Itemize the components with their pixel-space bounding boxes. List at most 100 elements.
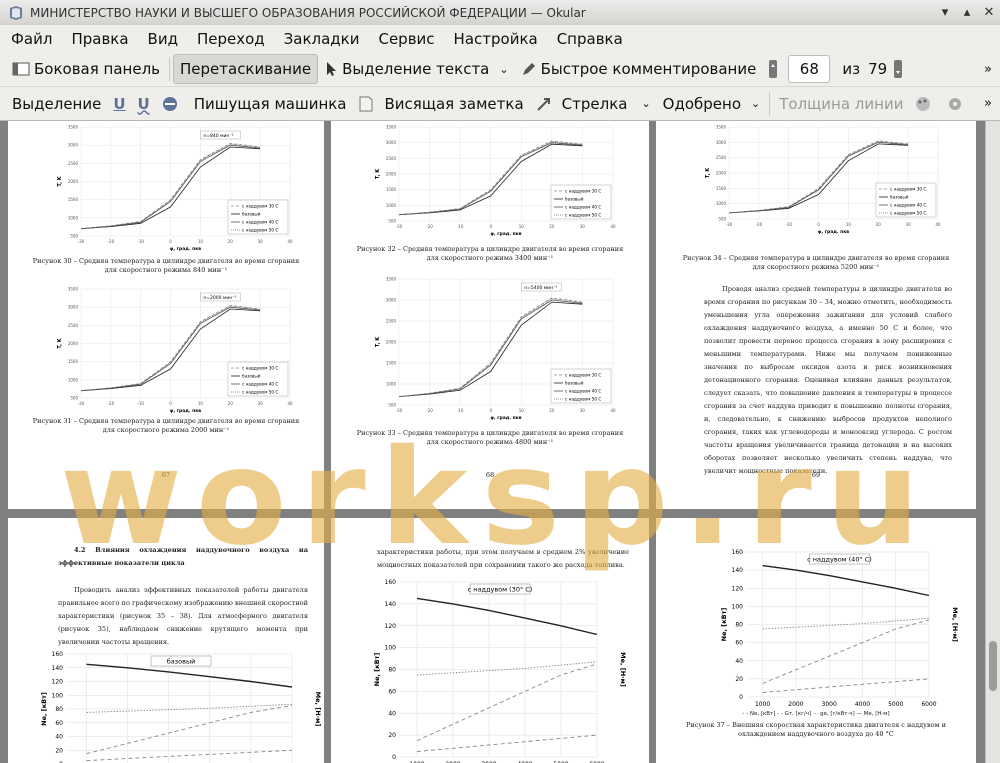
font-tool[interactable] — [941, 90, 973, 118]
x-tick-label: 0 — [169, 239, 172, 244]
text-select-button[interactable]: Выделение текста ⌄ — [318, 55, 515, 83]
menu-edit[interactable]: Правка — [60, 30, 136, 48]
page-body-text: характеристики работы, при этом получаем… — [377, 548, 629, 569]
page-70: 4.2 Влияния охлаждения наддувочного возд… — [8, 518, 324, 763]
annotation-toolbar: Выделение U U Пишущая машинка Висящая за… — [0, 87, 1000, 121]
page-number: 67 — [161, 471, 171, 479]
y-tick-label: 3500 — [68, 287, 79, 292]
y-tick-label: 1000 — [68, 377, 79, 382]
y-tick-label: 60 — [388, 688, 396, 695]
x-tick-label: 5000 — [888, 701, 903, 708]
chart-legend: - - Ne, [кВт] - - Gт, [кг/ч] ··· ge, [г/… — [742, 711, 890, 717]
menu-help[interactable]: Справка — [546, 30, 631, 48]
toolbar-separator — [169, 57, 170, 81]
maximize-icon[interactable]: ▴ — [956, 5, 978, 20]
y-tick-label: 1000 — [68, 215, 79, 220]
y-tick-label: 80 — [388, 667, 396, 674]
y-tick-label: 0 — [392, 754, 396, 761]
figure-caption: для скоростного режима 3400 мин⁻¹ — [426, 254, 554, 262]
series-line — [762, 619, 930, 684]
page-69: 500 1000 1500 2000 2500 3000 3500 -30 -20 -10 0 10 2… — [656, 121, 976, 509]
quick-comment-label: Быстрое комментирование — [540, 60, 757, 78]
popup-note-tool[interactable]: Висящая заметка — [353, 90, 530, 118]
figure-caption: Рисунок 33 – Средняя температура в цилин… — [356, 429, 624, 437]
x-tick-label: 10 — [198, 239, 204, 244]
x-tick-label: -30 — [78, 401, 85, 406]
y-tick-label: 20 — [388, 732, 396, 739]
x-tick-label: 10 — [519, 408, 525, 413]
color-tool[interactable] — [909, 90, 941, 118]
y-tick-label: 160 — [52, 651, 64, 658]
y-tick-label: 20 — [735, 676, 743, 683]
legend-label: с наддувом 30 С — [890, 187, 926, 192]
menu-file[interactable]: Файл — [0, 30, 60, 48]
line-width-selector[interactable]: Толщина линии — [773, 90, 909, 118]
chart-tag: базовый — [167, 658, 196, 666]
stamp-tool[interactable]: Одобрено ⌄ — [657, 90, 767, 118]
figure-caption: для скоростного режима 840 мин⁻¹ — [104, 266, 228, 274]
x-tick-label: -10 — [785, 222, 792, 227]
drag-mode-button[interactable]: Перетаскивание — [173, 54, 319, 84]
next-page-button[interactable] — [887, 55, 913, 83]
menu-bar: Файл Правка Вид Переход Закладки Сервис … — [0, 25, 1000, 52]
x-tick-label: 20 — [228, 239, 234, 244]
scrollbar-handle[interactable] — [989, 641, 997, 691]
toolbar-separator — [769, 91, 771, 116]
y-tick-label: 100 — [732, 603, 744, 610]
chart-tag: с наддувом (30° С) — [468, 586, 533, 594]
y-tick-label: 140 — [385, 601, 397, 608]
menu-go[interactable]: Переход — [186, 30, 273, 48]
close-icon[interactable]: ✕ — [978, 5, 1000, 20]
series-line — [416, 663, 598, 742]
temperature-chart: 500 1000 1500 2000 2500 3000 3500 -30 -20 -10 0 10 2… — [705, 125, 941, 236]
speed-tag: n=5400 мин⁻¹ — [524, 285, 557, 291]
y-tick-label: 2500 — [386, 319, 397, 324]
figure-caption: Рисунок 31 – Средняя температура в цилин… — [32, 417, 300, 425]
quick-comment-button[interactable]: Быстрое комментирование — [515, 55, 763, 83]
highlight-tool[interactable]: Выделение — [6, 90, 107, 118]
typewriter-tool[interactable]: Пишущая машинка — [188, 90, 353, 118]
page-number-input[interactable]: 68 — [788, 55, 831, 83]
y-tick-label: 3500 — [68, 125, 79, 130]
vertical-scrollbar[interactable] — [985, 121, 1000, 763]
page-body-text: Проводить анализ эффективных показателей… — [58, 586, 309, 646]
x-tick-label: 30 — [258, 401, 264, 406]
legend-label: базовый — [565, 381, 584, 386]
y-tick-label: 2500 — [68, 161, 79, 166]
underline-tool[interactable]: U — [107, 90, 131, 118]
y-tick-label: 1000 — [386, 382, 397, 387]
x-tick-label: 20 — [228, 401, 234, 406]
prev-page-button[interactable] — [762, 55, 788, 83]
x-tick-label: -10 — [137, 239, 144, 244]
menu-settings[interactable]: Настройка — [443, 30, 546, 48]
squiggly-tool[interactable]: U — [132, 90, 156, 118]
typewriter-label: Пишущая машинка — [193, 94, 347, 113]
legend-label: с наддувом 30 С — [565, 373, 601, 378]
x-tick-label: 4000 — [855, 701, 870, 708]
x-tick-label: 0 — [489, 224, 492, 229]
y-tick-label: 500 — [388, 403, 396, 408]
y-tick-label: 40 — [388, 710, 396, 717]
x-tick-label: 40 — [287, 401, 293, 406]
y-tick-label: 140 — [52, 665, 64, 672]
x-tick-label: 40 — [610, 224, 616, 229]
y-tick-label: 40 — [55, 734, 63, 741]
x-tick-label: 20 — [876, 222, 882, 227]
menu-bookmarks[interactable]: Закладки — [273, 30, 368, 48]
x-axis-label: φ, град. пкв — [818, 230, 849, 235]
drag-label: Перетаскивание — [180, 60, 312, 78]
menu-tools[interactable]: Сервис — [367, 30, 442, 48]
menu-view[interactable]: Вид — [137, 30, 186, 48]
x-tick-label: 30 — [580, 408, 586, 413]
toolbar-overflow-icon[interactable]: » — [984, 96, 992, 111]
toolbar-overflow-icon[interactable]: » — [984, 62, 992, 77]
figure-caption: Рисунок 37 – Внешняя скоростная характер… — [685, 721, 947, 729]
y-tick-label: 1000 — [386, 203, 397, 208]
document-viewport[interactable]: 500 1000 1500 2000 2500 3000 3500 -30 -20 -10 0 10 2… — [0, 121, 986, 763]
minimize-icon[interactable]: ▾ — [934, 5, 956, 20]
y-tick-label: 140 — [732, 567, 744, 574]
sidebar-toggle-button[interactable]: Боковая панель — [6, 55, 166, 83]
figure-caption: для скоростного режима 4800 мин⁻¹ — [426, 438, 554, 446]
strikeout-tool[interactable] — [156, 90, 188, 118]
arrow-tool[interactable]: Стрелка ⌄ — [530, 90, 657, 118]
